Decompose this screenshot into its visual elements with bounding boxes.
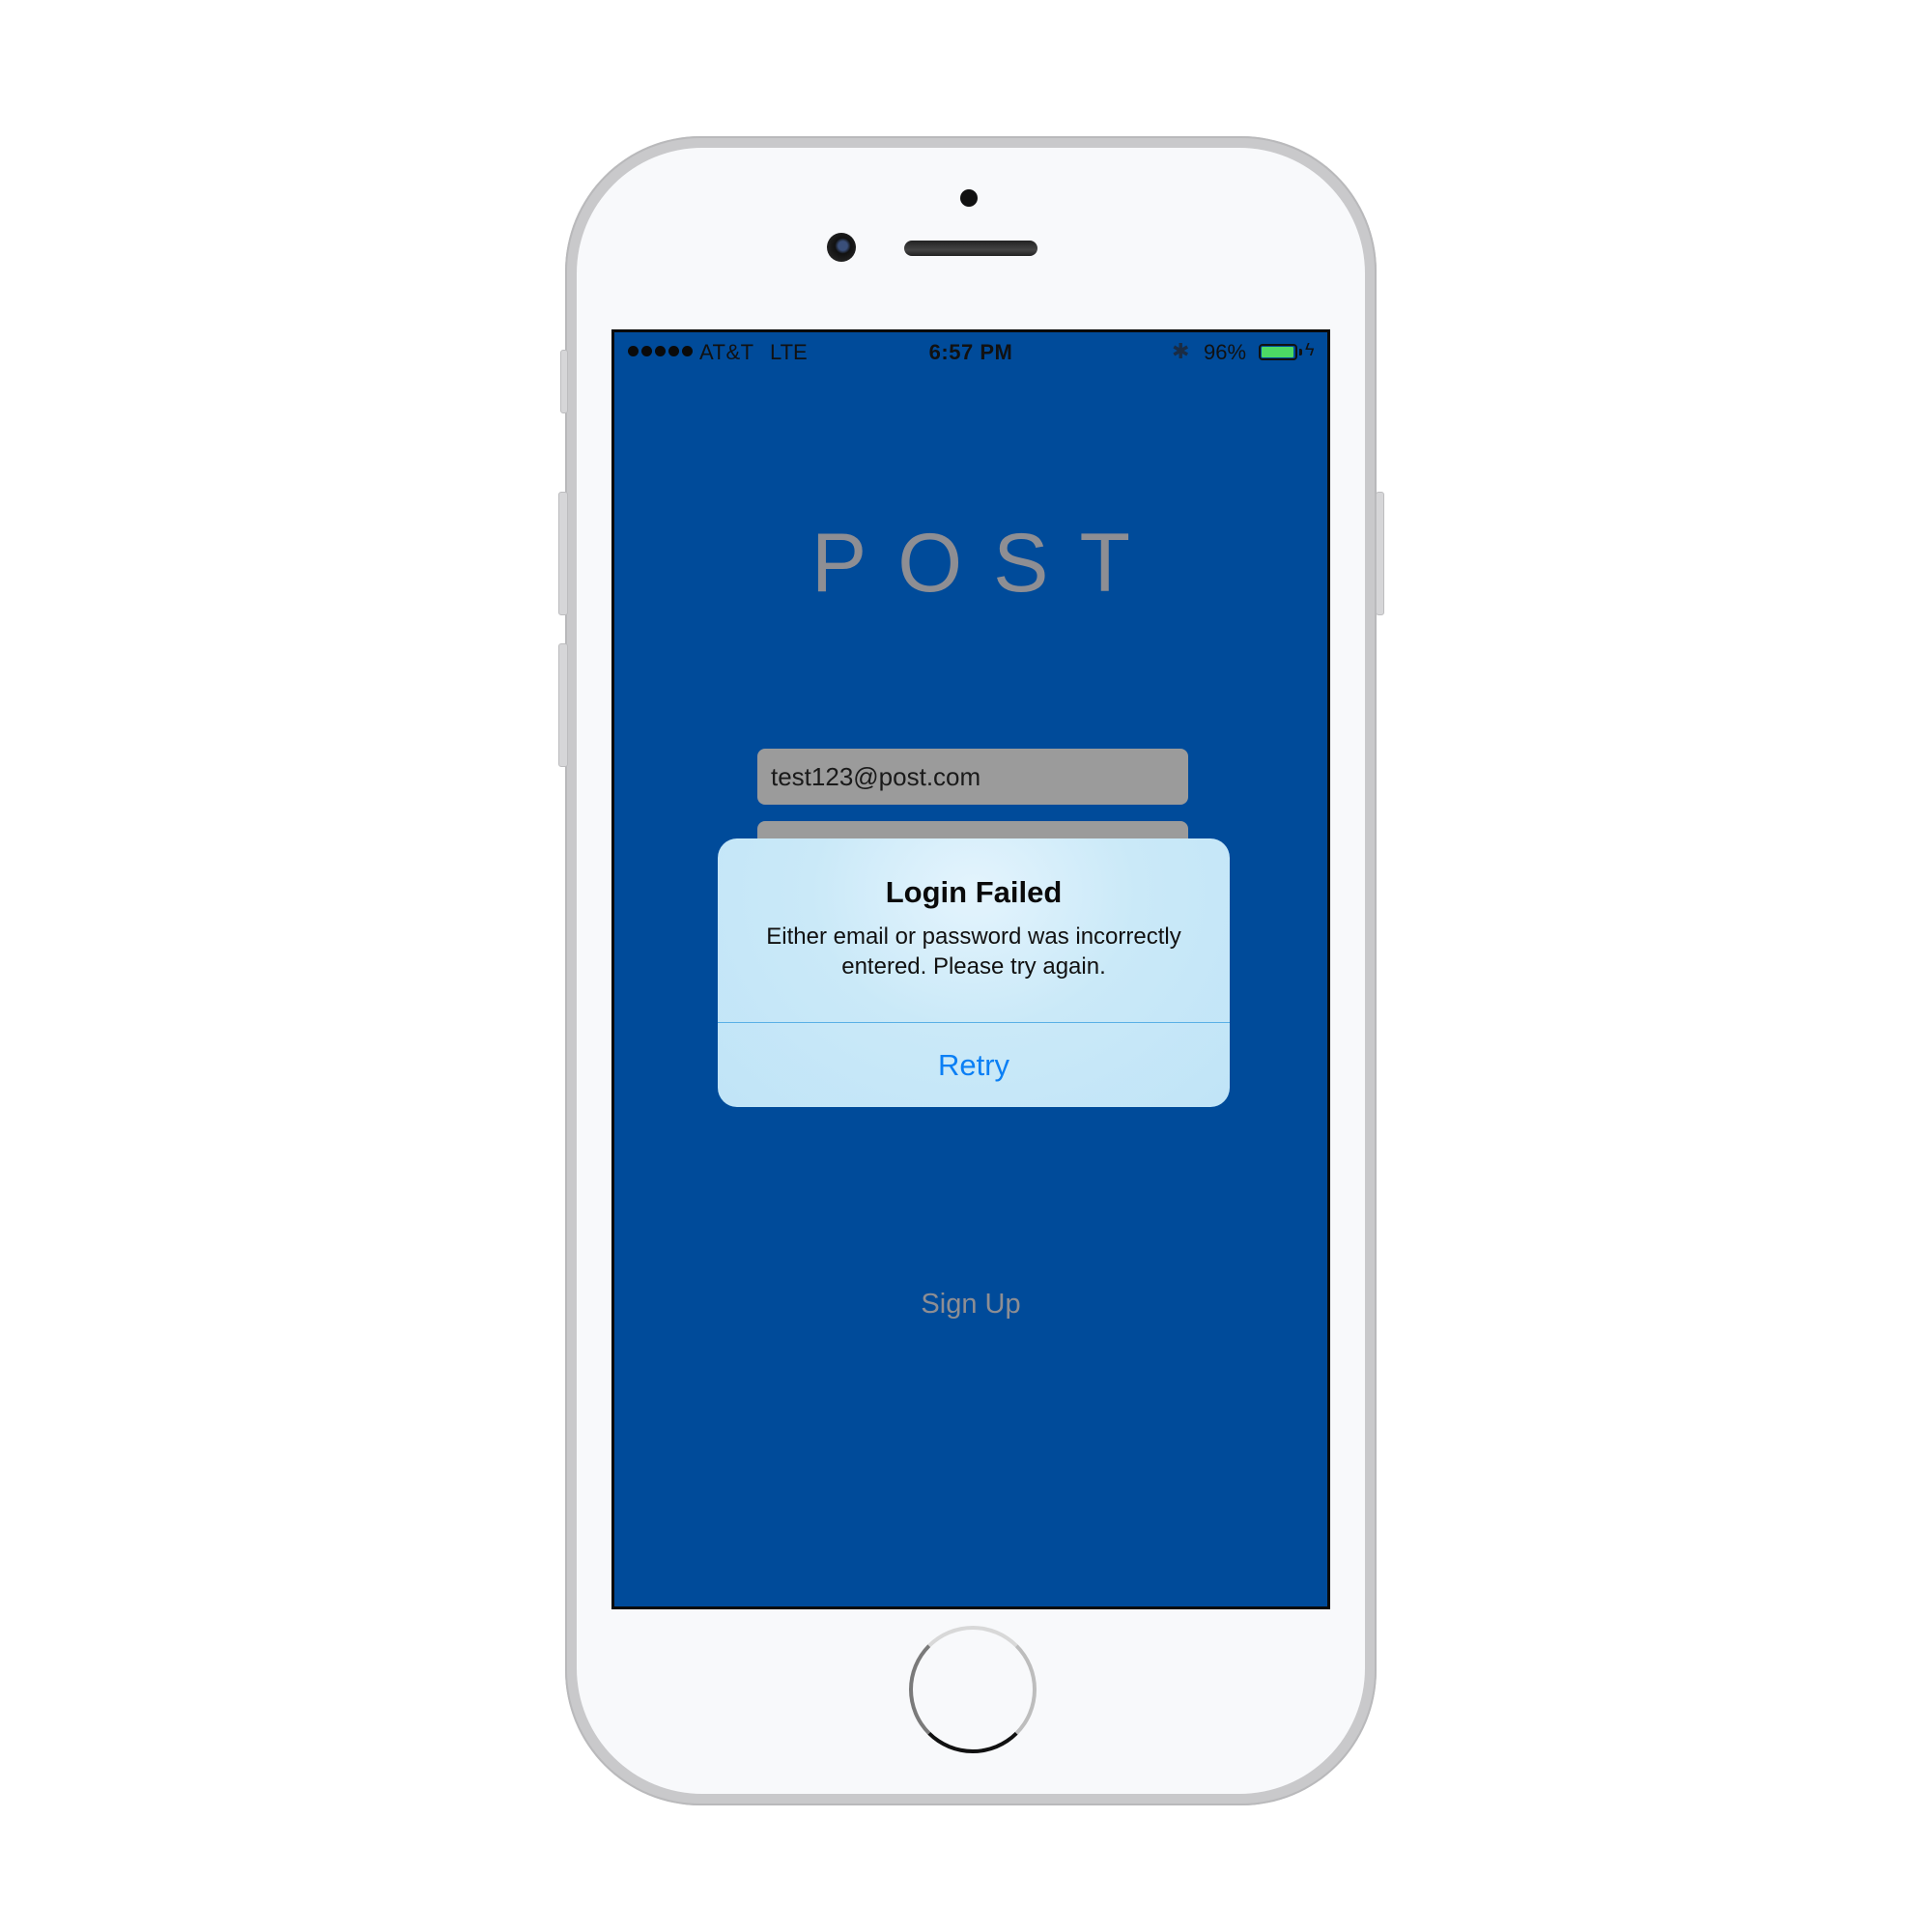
sign-up-button[interactable]: Sign Up: [614, 1289, 1327, 1321]
battery-cap: [1299, 349, 1302, 355]
app-logo: POST: [810, 517, 1162, 610]
battery-level-fill: [1262, 347, 1293, 357]
mute-switch: [560, 350, 568, 413]
battery-percent: 96%: [1204, 340, 1247, 364]
volume-down-button: [558, 643, 568, 767]
status-bar: AT&T LTE 6:57 PM ✱ 96% ϟ: [614, 332, 1327, 371]
login-failed-alert: Login Failed Either email or password wa…: [718, 838, 1230, 1107]
device-mockup-stage: AT&T LTE 6:57 PM ✱ 96% ϟ POST test123@po…: [0, 0, 1932, 1932]
alert-title: Login Failed: [885, 875, 1063, 909]
app-screen: AT&T LTE 6:57 PM ✱ 96% ϟ POST test123@po…: [611, 329, 1330, 1609]
proximity-sensor: [960, 189, 978, 207]
alert-message: Either email or password was incorrectly…: [766, 923, 1181, 980]
power-button: [1376, 492, 1384, 615]
home-button[interactable]: [909, 1626, 1037, 1753]
front-camera-icon: [827, 233, 856, 262]
battery-icon: [1259, 344, 1297, 360]
charging-bolt-icon: ϟ: [1305, 340, 1315, 359]
earpiece-speaker: [904, 241, 1037, 256]
volume-up-button: [558, 492, 568, 615]
bluetooth-icon: ✱: [1172, 339, 1190, 363]
email-field[interactable]: test123@post.com: [757, 749, 1188, 805]
retry-button[interactable]: Retry: [718, 1023, 1230, 1107]
